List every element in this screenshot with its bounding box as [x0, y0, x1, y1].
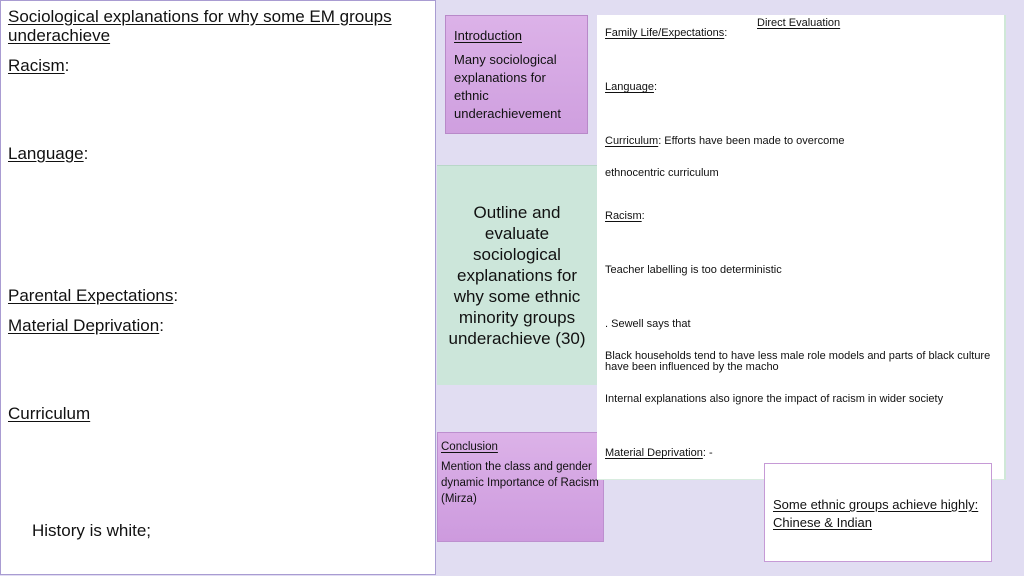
eval-black-households: Black households tend to have less male …	[605, 350, 991, 373]
colon: :	[64, 56, 70, 75]
direct-evaluation-panel: Direct Evaluation Family Life/Expectatio…	[597, 15, 1006, 480]
colon: :	[653, 81, 658, 93]
left-section-parental-label: Parental Expectations	[8, 286, 174, 305]
left-notes-panel: Sociological explanations for why some E…	[0, 0, 436, 575]
eval-material-suffix: : -	[702, 447, 713, 459]
eval-family-life: Family Life/Expectations:	[605, 28, 727, 39]
left-section-curriculum-label: Curriculum	[8, 404, 91, 423]
eval-language: Language:	[605, 82, 657, 93]
eval-curriculum-continued: ethnocentric curriculum	[605, 167, 719, 179]
colon: :	[173, 286, 179, 305]
essay-question-text: Outline and evaluate sociological explan…	[448, 203, 586, 348]
colon: :	[724, 27, 728, 39]
eval-curriculum: Curriculum: Efforts have been made to ov…	[605, 136, 844, 147]
evaluation-heading: Direct Evaluation	[757, 17, 841, 29]
eval-language-label: Language	[605, 81, 654, 93]
high-achievers-box: Some ethnic groups achieve highly: Chine…	[764, 463, 992, 562]
eval-racism-label: Racism	[605, 210, 642, 222]
left-note-history: History is white;	[32, 521, 152, 540]
left-section-racism-label: Racism	[8, 56, 65, 75]
eval-racism: Racism:	[605, 211, 645, 222]
conclusion-title: Conclusion	[441, 441, 498, 453]
left-section-material-deprivation: Material Deprivation:	[8, 316, 164, 335]
eval-sewell: . Sewell says that	[605, 318, 691, 330]
eval-family-label: Family Life/Expectations	[605, 27, 725, 39]
introduction-body: Many sociological explanations for ethni…	[454, 52, 561, 121]
essay-question-box: Outline and evaluate sociological explan…	[437, 165, 597, 385]
conclusion-box: Conclusion Mention the class and gender …	[437, 432, 604, 542]
left-section-language-label: Language	[8, 144, 84, 163]
left-section-language: Language:	[8, 144, 88, 163]
eval-curriculum-label: Curriculum	[605, 135, 659, 147]
colon: :	[83, 144, 89, 163]
left-section-parental-expectations: Parental Expectations:	[8, 286, 178, 305]
eval-material-label: Material Deprivation	[605, 447, 703, 459]
conclusion-body: Mention the class and gender dynamic Imp…	[441, 461, 599, 505]
colon: :	[159, 316, 164, 335]
eval-internal-explanations: Internal explanations also ignore the im…	[605, 393, 944, 405]
colon: :	[641, 210, 645, 222]
eval-material-deprivation: Material Deprivation: -	[605, 448, 713, 459]
left-panel-title: Sociological explanations for why some E…	[8, 7, 392, 45]
left-section-material-label: Material Deprivation	[8, 316, 160, 335]
high-achievers-text: Some ethnic groups achieve highly: Chine…	[773, 497, 979, 530]
eval-teacher-labelling: Teacher labelling is too deterministic	[605, 264, 782, 276]
left-section-curriculum: Curriculum	[8, 404, 90, 423]
left-section-racism: Racism:	[8, 56, 69, 75]
introduction-title: Introduction	[454, 28, 522, 43]
eval-curriculum-text: : Efforts have been made to overcome	[658, 135, 845, 147]
introduction-box: Introduction Many sociological explanati…	[445, 15, 588, 134]
